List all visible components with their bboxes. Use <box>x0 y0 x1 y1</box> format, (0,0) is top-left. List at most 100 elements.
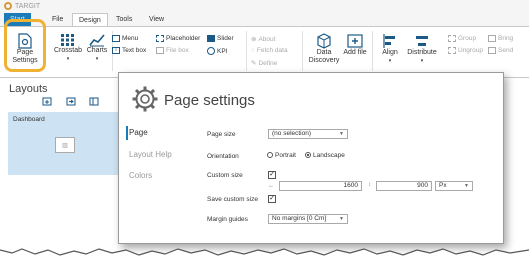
tab-view[interactable]: View <box>143 13 170 26</box>
page-size-label: Page size <box>207 131 236 138</box>
define-label: Define <box>258 59 278 67</box>
width-arrow-icon: ↔ <box>268 183 274 189</box>
targit-logo-icon <box>4 2 12 10</box>
distribute-button[interactable]: Distribute ▾ <box>404 33 440 65</box>
gear-icon <box>132 86 158 112</box>
landscape-label: Landscape <box>313 152 345 159</box>
chevron-down-icon: ▼ <box>464 183 469 189</box>
crosstab-icon <box>61 34 74 46</box>
distribute-label: Distribute <box>407 49 437 56</box>
menu-label: Menu <box>122 35 139 42</box>
chart-thumbnail-icon: ▥ <box>62 142 68 149</box>
slider-label: Slider <box>217 35 234 42</box>
page-settings-dialog: Page settings Page Layout Help Colors Pa… <box>118 72 504 244</box>
margin-guides-value: No margins [0 Cm] <box>272 215 327 222</box>
distribute-icon <box>416 36 428 46</box>
bring-button[interactable]: Bring <box>488 35 513 42</box>
about-label: About <box>258 35 276 43</box>
send-label: Send <box>498 47 514 54</box>
import-icon[interactable] <box>66 97 76 106</box>
ribbon: Page Settings Crosstab ▾ Charts ▾ Menu T… <box>0 26 529 78</box>
menu-button[interactable]: Menu <box>112 35 138 42</box>
bring-icon <box>488 35 496 42</box>
kpi-icon <box>207 47 215 55</box>
placeholder-label: Placeholder <box>166 35 201 42</box>
file-box-icon <box>156 47 164 54</box>
kpi-button[interactable]: KPI <box>207 47 227 55</box>
add-file-icon <box>347 34 363 48</box>
text-box-icon: T <box>112 47 120 54</box>
crosstab-label: Crosstab <box>54 47 83 54</box>
portrait-label: Portrait <box>275 152 296 159</box>
page-size-select[interactable]: (no selection) ▼ <box>268 129 348 139</box>
charts-button[interactable]: Charts ▾ <box>84 33 110 63</box>
group-icon <box>448 35 456 42</box>
crosstab-button[interactable]: Crosstab ▾ <box>54 33 82 63</box>
about-icon: ⊗ <box>251 36 257 43</box>
page-size-value: (no selection) <box>272 130 312 137</box>
width-input[interactable]: 1600 <box>279 181 362 191</box>
data-discovery-button[interactable]: Data Discovery <box>308 33 340 65</box>
send-button[interactable]: Send <box>488 47 513 54</box>
group-button[interactable]: Group <box>448 35 476 42</box>
placeholder-button[interactable]: Placeholder <box>156 35 200 42</box>
file-box-button[interactable]: File box <box>156 47 189 54</box>
about-button[interactable]: ⊗ About <box>251 35 276 44</box>
slider-button[interactable]: Slider <box>207 35 234 42</box>
bring-label: Bring <box>498 35 514 42</box>
align-dropdown-icon: ▾ <box>388 58 392 64</box>
chevron-down-icon: ▼ <box>339 216 344 222</box>
unit-value: Px <box>439 182 447 189</box>
tab-design[interactable]: Design <box>72 13 108 26</box>
menu-icon <box>112 35 120 42</box>
title-bar: TARGIT <box>0 0 529 13</box>
export-icon[interactable] <box>42 97 52 106</box>
tab-file[interactable]: File <box>46 13 69 26</box>
landscape-radio[interactable]: Landscape <box>305 152 345 159</box>
nav-active-indicator <box>126 126 128 140</box>
height-input[interactable]: 900 <box>376 181 432 191</box>
ribbon-separator <box>372 31 373 71</box>
ungroup-label: Ungroup <box>458 47 483 54</box>
nav-layout-help[interactable]: Layout Help <box>129 150 172 159</box>
add-file-label: Add file <box>343 49 367 56</box>
send-icon <box>488 47 496 54</box>
tab-tools[interactable]: Tools <box>110 13 138 26</box>
charts-label: Charts <box>86 47 108 54</box>
app-title: TARGIT <box>15 2 41 10</box>
align-label: Align <box>382 49 398 56</box>
fetch-data-icon: ◌ <box>251 47 255 54</box>
landscape-radio-icon <box>305 152 311 159</box>
dialog-title: Page settings <box>164 92 255 109</box>
custom-size-checkbox[interactable]: ✓ <box>268 171 276 179</box>
orientation-label: Orientation <box>207 153 239 160</box>
define-button[interactable]: ✎ Define <box>251 59 278 68</box>
custom-size-label: Custom size <box>207 172 243 179</box>
fetch-data-button[interactable]: ◌ Fetch data <box>251 47 288 54</box>
slider-icon <box>207 35 215 42</box>
ungroup-icon <box>448 47 456 54</box>
kpi-label: KPI <box>217 47 228 55</box>
group-label: Group <box>458 35 477 42</box>
app-logo: TARGIT <box>4 2 40 10</box>
ungroup-button[interactable]: Ungroup <box>448 47 483 54</box>
layout-panel-icon[interactable] <box>89 97 99 106</box>
dashboard-layout-label: Dashboard <box>13 116 45 123</box>
unit-select[interactable]: Px ▼ <box>435 181 473 191</box>
add-file-button[interactable]: Add file <box>340 33 370 57</box>
ribbon-tabs: Start File Design Tools View <box>0 13 529 26</box>
align-button[interactable]: Align ▾ <box>378 33 402 65</box>
file-box-label: File box <box>166 47 189 54</box>
height-arrow-icon: ↕ <box>368 182 371 188</box>
nav-colors[interactable]: Colors <box>129 171 152 180</box>
dashboard-thumbnail: ▥ <box>55 137 75 153</box>
save-custom-size-checkbox[interactable]: ✓ <box>268 195 276 203</box>
save-custom-size-label: Save custom size <box>207 196 258 203</box>
margin-guides-select[interactable]: No margins [0 Cm] ▼ <box>268 214 348 224</box>
chevron-down-icon: ▼ <box>339 131 344 137</box>
portrait-radio[interactable]: Portrait <box>267 152 296 159</box>
text-box-button[interactable]: T Text box <box>112 47 146 54</box>
torn-edge <box>0 248 529 264</box>
crosstab-dropdown-icon: ▾ <box>66 56 70 62</box>
nav-page[interactable]: Page <box>129 128 148 137</box>
